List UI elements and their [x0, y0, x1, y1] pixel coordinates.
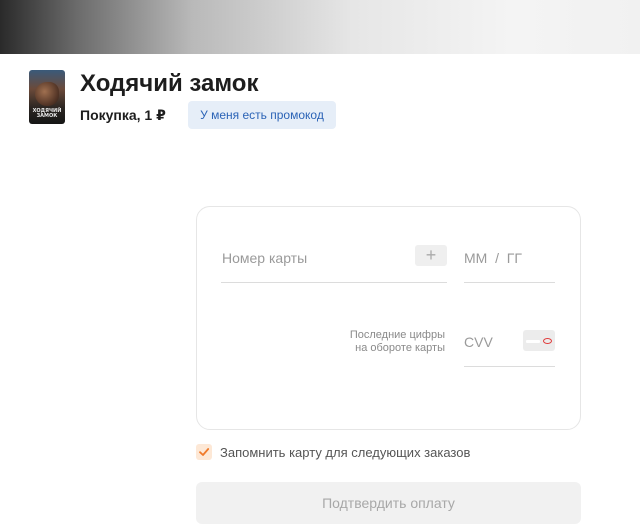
header-banner — [0, 0, 640, 54]
card-stripe — [526, 340, 540, 343]
promo-code-button[interactable]: У меня есть промокод — [188, 101, 336, 129]
confirm-payment-button[interactable]: Подтвердить оплату — [196, 482, 581, 524]
plus-icon: + — [425, 245, 437, 265]
poster-artwork — [35, 82, 59, 106]
cvv-hint-line-1: Последние цифры — [349, 329, 445, 341]
cvv-field[interactable]: CVV — [464, 323, 555, 367]
checkmark-icon — [199, 448, 210, 456]
movie-poster: ХОДЯЧИЙ ЗАМОК — [29, 70, 65, 124]
cvv-location-mark — [543, 338, 552, 344]
card-back-icon — [523, 330, 555, 351]
card-number-placeholder: Номер карты — [222, 250, 308, 266]
card-form-panel: Номер карты + ММ / ГГ Последние цифры на… — [196, 206, 581, 430]
purchase-price: Покупка, 1 ₽ — [80, 107, 166, 123]
cvv-hint: Последние цифры на обороте карты — [335, 329, 445, 355]
poster-title: ХОДЯЧИЙ ЗАМОК — [32, 108, 62, 119]
movie-title: Ходячий замок — [80, 70, 259, 97]
remember-card-checkbox[interactable] — [196, 444, 212, 460]
card-number-field[interactable]: Номер карты + — [221, 241, 447, 283]
expiry-date-field[interactable]: ММ / ГГ — [464, 241, 555, 283]
expiry-placeholder: ММ / ГГ — [464, 250, 522, 266]
scan-card-button[interactable]: + — [415, 245, 447, 266]
cvv-placeholder: CVV — [464, 334, 493, 350]
remember-card-label: Запомнить карту для следующих заказов — [220, 445, 471, 460]
cvv-hint-line-2: на обороте карты — [355, 342, 445, 354]
